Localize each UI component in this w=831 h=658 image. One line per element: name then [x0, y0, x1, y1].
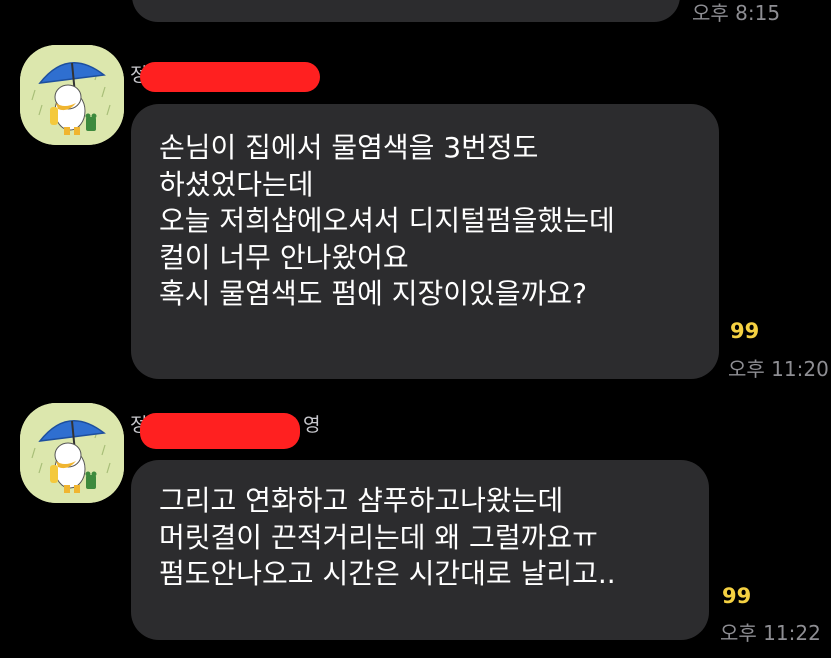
message-line: 컬이 너무 안나왔어요 — [159, 240, 409, 274]
message-line: 머릿결이 끈적거리는데 왜 그럴까요ㅠ — [159, 520, 598, 554]
unread-count-badge: 99 — [722, 584, 752, 608]
sender-name-suffix: 영 — [303, 414, 321, 436]
previous-message-bubble[interactable] — [132, 0, 680, 22]
unread-count-badge: 99 — [730, 319, 760, 343]
previous-message-time: 오후 8:15 — [692, 1, 781, 25]
message-line: 펌도안나오고 시간은 시간대로 날리고.. — [159, 557, 616, 590]
message-bubble[interactable]: 손님이 집에서 물염색을 3번정도 하셨었다는데 오늘 저희샵에오셔서 디지털펌… — [131, 104, 719, 379]
message-time: 오후 11:22 — [720, 621, 821, 645]
message-line: 손님이 집에서 물염색을 3번정도 — [159, 131, 539, 164]
name-redaction-mark — [140, 62, 320, 92]
message-line: 혹시 물염색도 펌에 지장이있을까요? — [159, 277, 587, 310]
message-time: 오후 11:20 — [728, 357, 829, 381]
message-bubble[interactable]: 그리고 연화하고 샴푸하고나왔는데 머릿결이 끈적거리는데 왜 그럴까요ㅠ 펌도… — [131, 460, 709, 640]
message-line: 하셨었다는데 — [159, 167, 314, 201]
name-redaction-mark — [140, 413, 300, 449]
duck-umbrella-icon — [20, 45, 124, 145]
sender-name: 정 영 — [130, 410, 330, 449]
sender-name: 정 — [130, 60, 330, 92]
message-line: 오늘 저희샵에오셔서 디지털펌을했는데 — [159, 204, 615, 237]
message-line: 그리고 연화하고 샴푸하고나왔는데 — [159, 484, 564, 517]
duck-umbrella-icon — [20, 403, 124, 503]
sender-avatar[interactable] — [20, 403, 124, 503]
sender-avatar[interactable] — [20, 45, 124, 145]
